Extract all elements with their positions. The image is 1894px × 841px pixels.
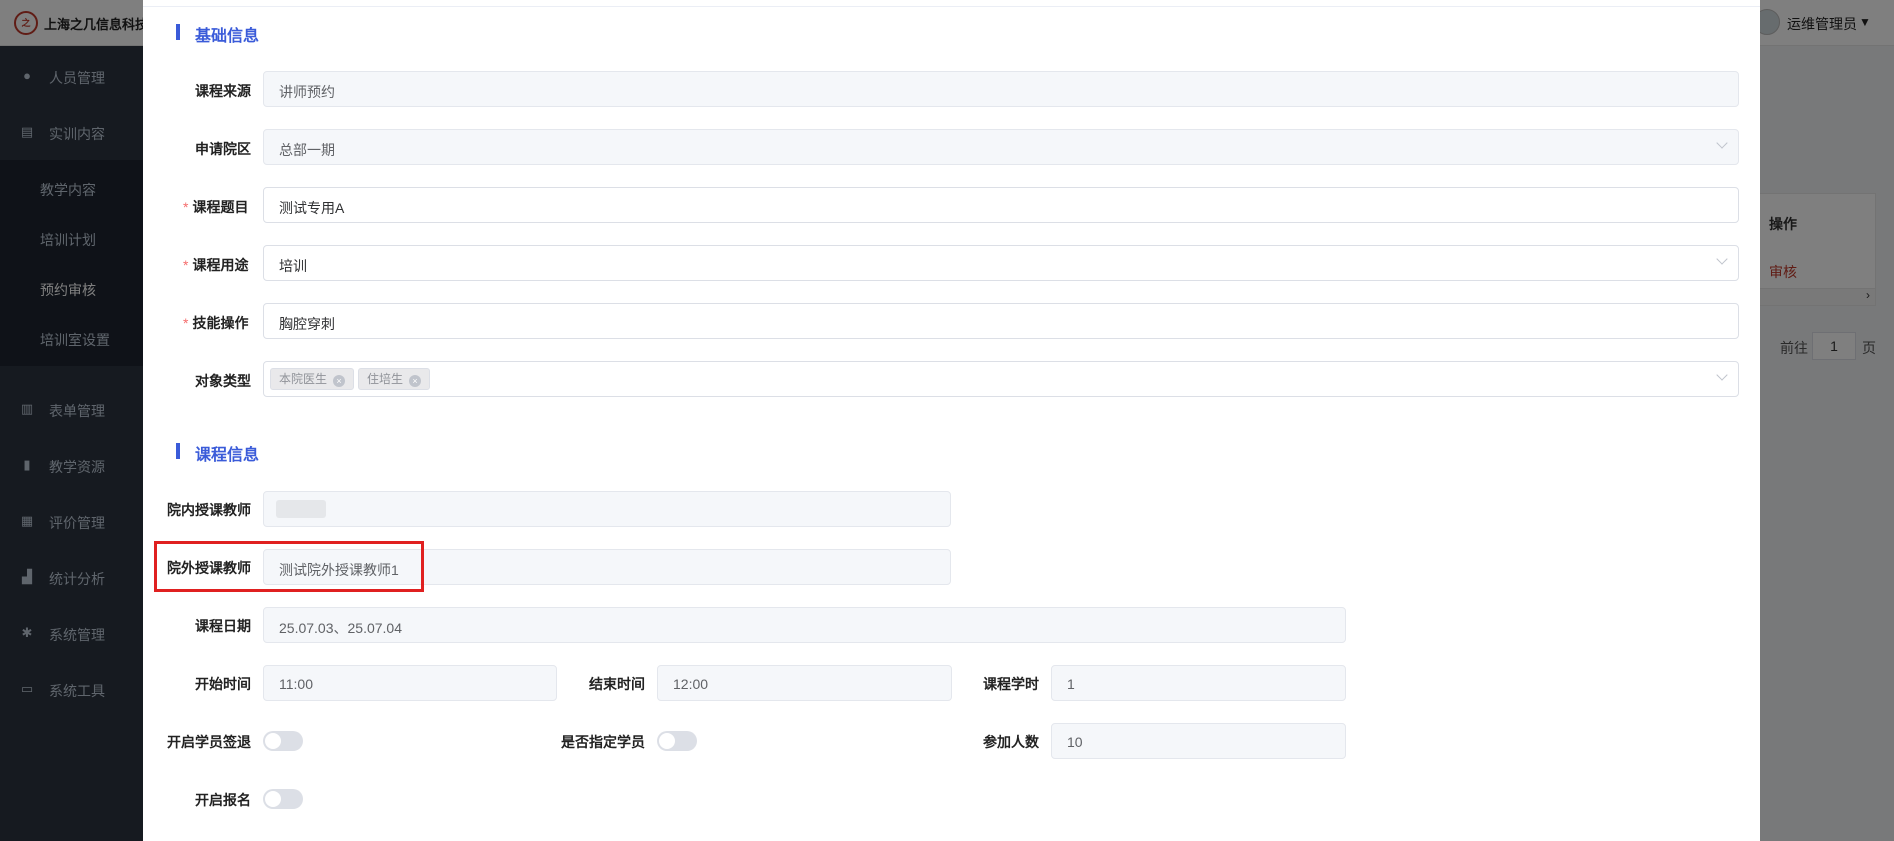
tag-label: 住培生 [367, 372, 404, 386]
participants-value: 10 [1067, 734, 1083, 750]
label-text: 课程用途 [192, 257, 249, 273]
course-detail-dialog: 基础信息 课程来源 讲师预约 申请院区 总部一期 * 课程题目 测试专用A * 课程… [143, 0, 1760, 841]
course-source-value: 讲师预约 [279, 84, 335, 100]
close-icon[interactable]: × [409, 375, 422, 387]
course-title-input[interactable]: 测试专用A [263, 187, 1739, 223]
label-campus: 申请院区 [195, 141, 251, 157]
label-course-title: * 课程题目 [183, 197, 248, 217]
toggle-knob [265, 791, 281, 807]
redacted-value [276, 500, 326, 518]
skill-operation-input[interactable]: 胸腔穿刺 [263, 303, 1739, 339]
start-time-field: 11:00 [263, 665, 557, 701]
enable-sign-in-toggle[interactable] [263, 731, 303, 751]
course-date-value: 25.07.03、25.07.04 [279, 620, 402, 636]
toggle-knob [265, 733, 281, 749]
tag-label: 本院医生 [279, 372, 328, 386]
course-use-select[interactable]: 培训 [263, 245, 1739, 281]
label-enable-sign-in: 开启学员签退 [167, 734, 251, 750]
target-type-select[interactable]: 本院医生 × 住培生 × [263, 361, 1739, 397]
end-time-value: 12:00 [673, 676, 709, 692]
label-start-time: 开始时间 [195, 676, 251, 692]
label-course-source: 课程来源 [195, 83, 251, 99]
label-text: 课程题目 [192, 199, 249, 215]
designate-students-toggle[interactable] [657, 731, 697, 751]
section-marker [176, 24, 180, 40]
label-course-use: * 课程用途 [183, 255, 248, 275]
label-enable-registration: 开启报名 [195, 792, 251, 808]
tag-trainee: 住培生 × [358, 368, 431, 390]
toggle-knob [659, 733, 675, 749]
label-skill-operation: * 技能操作 [183, 313, 248, 333]
tag-resident-doctor: 本院医生 × [270, 368, 355, 390]
highlight-annotation-box [154, 541, 424, 592]
label-end-time: 结束时间 [589, 676, 645, 692]
label-text: 技能操作 [192, 315, 249, 331]
internal-teacher-field [263, 491, 951, 527]
course-date-field: 25.07.03、25.07.04 [263, 607, 1346, 643]
course-use-value: 培训 [279, 258, 307, 274]
required-mark: * [183, 315, 189, 331]
start-time-value: 11:00 [279, 676, 313, 692]
dialog-divider [143, 6, 1760, 7]
label-internal-teacher: 院内授课教师 [167, 502, 251, 518]
section-marker [176, 443, 180, 459]
section-title-course: 课程信息 [195, 447, 260, 464]
required-mark: * [183, 199, 189, 215]
chevron-down-icon [1716, 137, 1728, 149]
campus-select[interactable]: 总部一期 [263, 129, 1739, 165]
chevron-down-icon [1716, 253, 1728, 265]
label-designate-students: 是否指定学员 [561, 734, 645, 750]
course-hours-value: 1 [1067, 676, 1075, 692]
label-course-hours: 课程学时 [983, 676, 1039, 692]
skill-operation-value: 胸腔穿刺 [279, 316, 335, 332]
label-participants: 参加人数 [983, 734, 1039, 750]
close-icon[interactable]: × [333, 375, 346, 387]
label-target-type: 对象类型 [195, 373, 251, 389]
label-course-date: 课程日期 [195, 618, 251, 634]
course-title-value: 测试专用A [279, 200, 345, 216]
participants-field: 10 [1051, 723, 1346, 759]
course-hours-field: 1 [1051, 665, 1346, 701]
enable-registration-toggle[interactable] [263, 789, 303, 809]
course-source-field: 讲师预约 [263, 71, 1739, 107]
campus-value: 总部一期 [279, 142, 335, 158]
end-time-field: 12:00 [657, 665, 952, 701]
required-mark: * [183, 257, 189, 273]
section-title-basic: 基础信息 [195, 28, 260, 45]
chevron-down-icon [1716, 369, 1728, 381]
